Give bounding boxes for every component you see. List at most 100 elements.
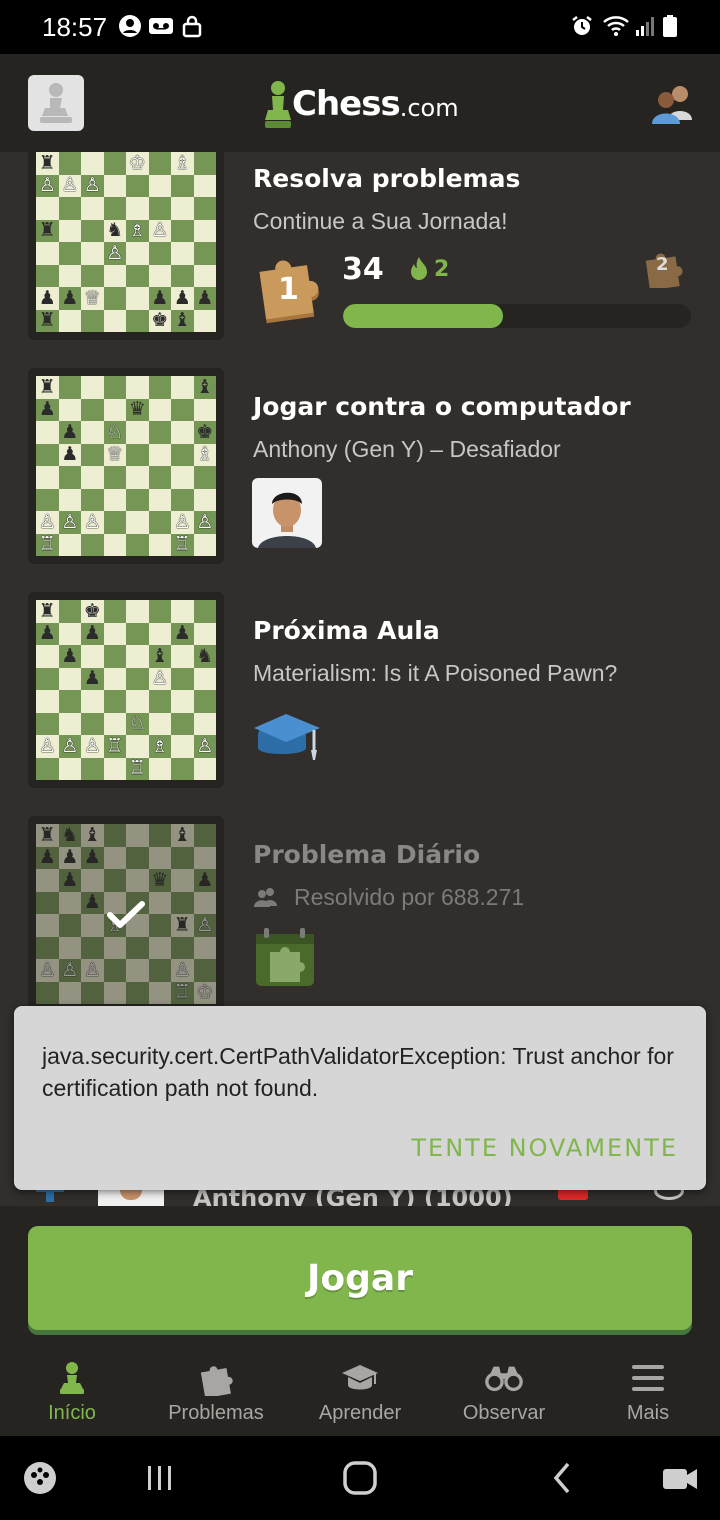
board-square <box>103 600 126 623</box>
game-launcher-icon[interactable] <box>22 1460 62 1496</box>
chess-piece: ♙ <box>83 734 101 757</box>
back-icon[interactable] <box>544 1460 584 1496</box>
chess-piece: ♘ <box>128 712 146 735</box>
board-square <box>103 287 126 310</box>
board-square <box>193 891 216 914</box>
board-square <box>58 914 81 937</box>
chess-piece: ♝ <box>83 823 101 846</box>
board-square <box>148 488 171 511</box>
board-square <box>193 219 216 242</box>
friends-icon[interactable] <box>648 80 696 128</box>
board-square <box>171 197 194 220</box>
board-square <box>103 712 126 735</box>
nav-label: Observar <box>462 1402 546 1424</box>
board-square <box>171 466 194 489</box>
board-square <box>148 914 171 937</box>
next-lesson-card[interactable]: ♜ ♚ ♟ ♟ ♟ ♟ ♝ ♞ ♟ ♙ ♘ ♙ ♙ ♙ ♖ ♗ ♙ ♖ Próxima Aula Material… <box>0 592 720 816</box>
board-square <box>148 421 171 444</box>
board-square <box>58 264 81 287</box>
chess-piece: ♙ <box>38 510 56 533</box>
board-square <box>81 488 104 511</box>
binoculars-icon <box>485 1366 523 1392</box>
board-square: ♙ <box>58 735 81 758</box>
chess-piece: ♘ <box>106 420 124 443</box>
chess-piece: ♜ <box>38 375 56 398</box>
board-square: ♝ <box>171 824 194 847</box>
pawn-icon <box>60 1362 84 1394</box>
chess-piece: ♝ <box>173 309 191 332</box>
play-button[interactable]: Jogar <box>28 1226 692 1330</box>
board-square: ♚ <box>193 421 216 444</box>
board-square <box>148 846 171 869</box>
chess-piece: ♜ <box>38 219 56 242</box>
board-square <box>103 152 126 175</box>
board-square <box>58 533 81 556</box>
board-square: ♘ <box>103 420 126 444</box>
board-square <box>171 398 194 421</box>
next-puzzle-level: 2 <box>656 254 669 275</box>
board-square <box>126 690 149 713</box>
people-icon <box>254 888 277 907</box>
chess-piece: ♖ <box>106 734 124 757</box>
recent-apps-icon[interactable] <box>140 1460 180 1496</box>
board-square <box>126 197 149 220</box>
board-square <box>36 645 59 668</box>
board-square <box>126 309 149 332</box>
board-square <box>171 264 194 287</box>
board-square <box>103 622 126 645</box>
board-square <box>171 690 194 713</box>
board-square: ♖ <box>171 981 194 1004</box>
chess-piece: ♝ <box>173 823 191 846</box>
board-square <box>36 443 59 466</box>
board-square: ♟ <box>58 645 81 668</box>
board-square <box>81 936 104 959</box>
signal-icon <box>636 17 654 36</box>
board-square <box>148 936 171 959</box>
board-square <box>58 981 81 1004</box>
nav-home[interactable]: Início <box>0 1348 144 1436</box>
chess-piece: ♚ <box>151 309 169 332</box>
nav-learn[interactable]: Aprender <box>288 1348 432 1436</box>
account-icon <box>119 15 141 37</box>
board-square <box>81 981 104 1004</box>
voicemail-icon <box>149 18 173 34</box>
board-square <box>103 824 126 847</box>
lock-icon <box>182 15 202 38</box>
nav-puzzles[interactable]: Problemas <box>144 1348 288 1436</box>
chess-piece: ♙ <box>38 174 56 197</box>
board-square <box>103 398 126 421</box>
board-square <box>171 936 194 959</box>
graduation-cap-icon <box>342 1365 378 1390</box>
board-square <box>36 936 59 959</box>
board-square <box>193 959 216 982</box>
home-icon[interactable] <box>340 1460 380 1496</box>
nav-more[interactable]: Mais <box>576 1348 720 1436</box>
card-subtitle: Anthony (Gen Y) – Desafiador <box>253 436 561 462</box>
board-square: ♟ <box>36 622 59 645</box>
board-square <box>126 824 149 847</box>
video-camera-icon[interactable] <box>660 1460 700 1496</box>
board-square: ♟ <box>193 287 216 310</box>
board-square: ♙ <box>148 219 171 242</box>
board-square: ♖ <box>36 533 59 556</box>
nav-label: Início <box>48 1402 96 1424</box>
nav-watch[interactable]: Observar <box>432 1348 576 1436</box>
board-square: ♙ <box>36 174 59 197</box>
board-square <box>36 712 59 735</box>
board-square <box>126 600 149 623</box>
board-square <box>81 443 104 466</box>
puzzle-progress-fill <box>343 304 504 328</box>
board-square: ♙ <box>81 174 104 197</box>
board-square: ♟ <box>58 443 81 466</box>
board-square <box>81 421 104 444</box>
retry-button[interactable]: TENTE NOVAMENTE <box>411 1134 678 1162</box>
board-square <box>36 667 59 690</box>
green-pawn-logo-icon <box>265 81 291 128</box>
board-square <box>58 219 81 242</box>
board-square: ♙ <box>58 174 81 197</box>
play-computer-card[interactable]: ♜ ♝ ♟ ♛ ♟ ♘ ♚ ♟ ♕ ♗ ♙ ♙ ♙ ♙ ♙ ♖ ♖ Jogar contra o computa… <box>0 368 720 592</box>
profile-avatar-button[interactable] <box>28 75 84 131</box>
board-square <box>81 376 104 399</box>
logo-suffix: .com <box>399 94 459 122</box>
puzzle-icon <box>200 1366 233 1396</box>
